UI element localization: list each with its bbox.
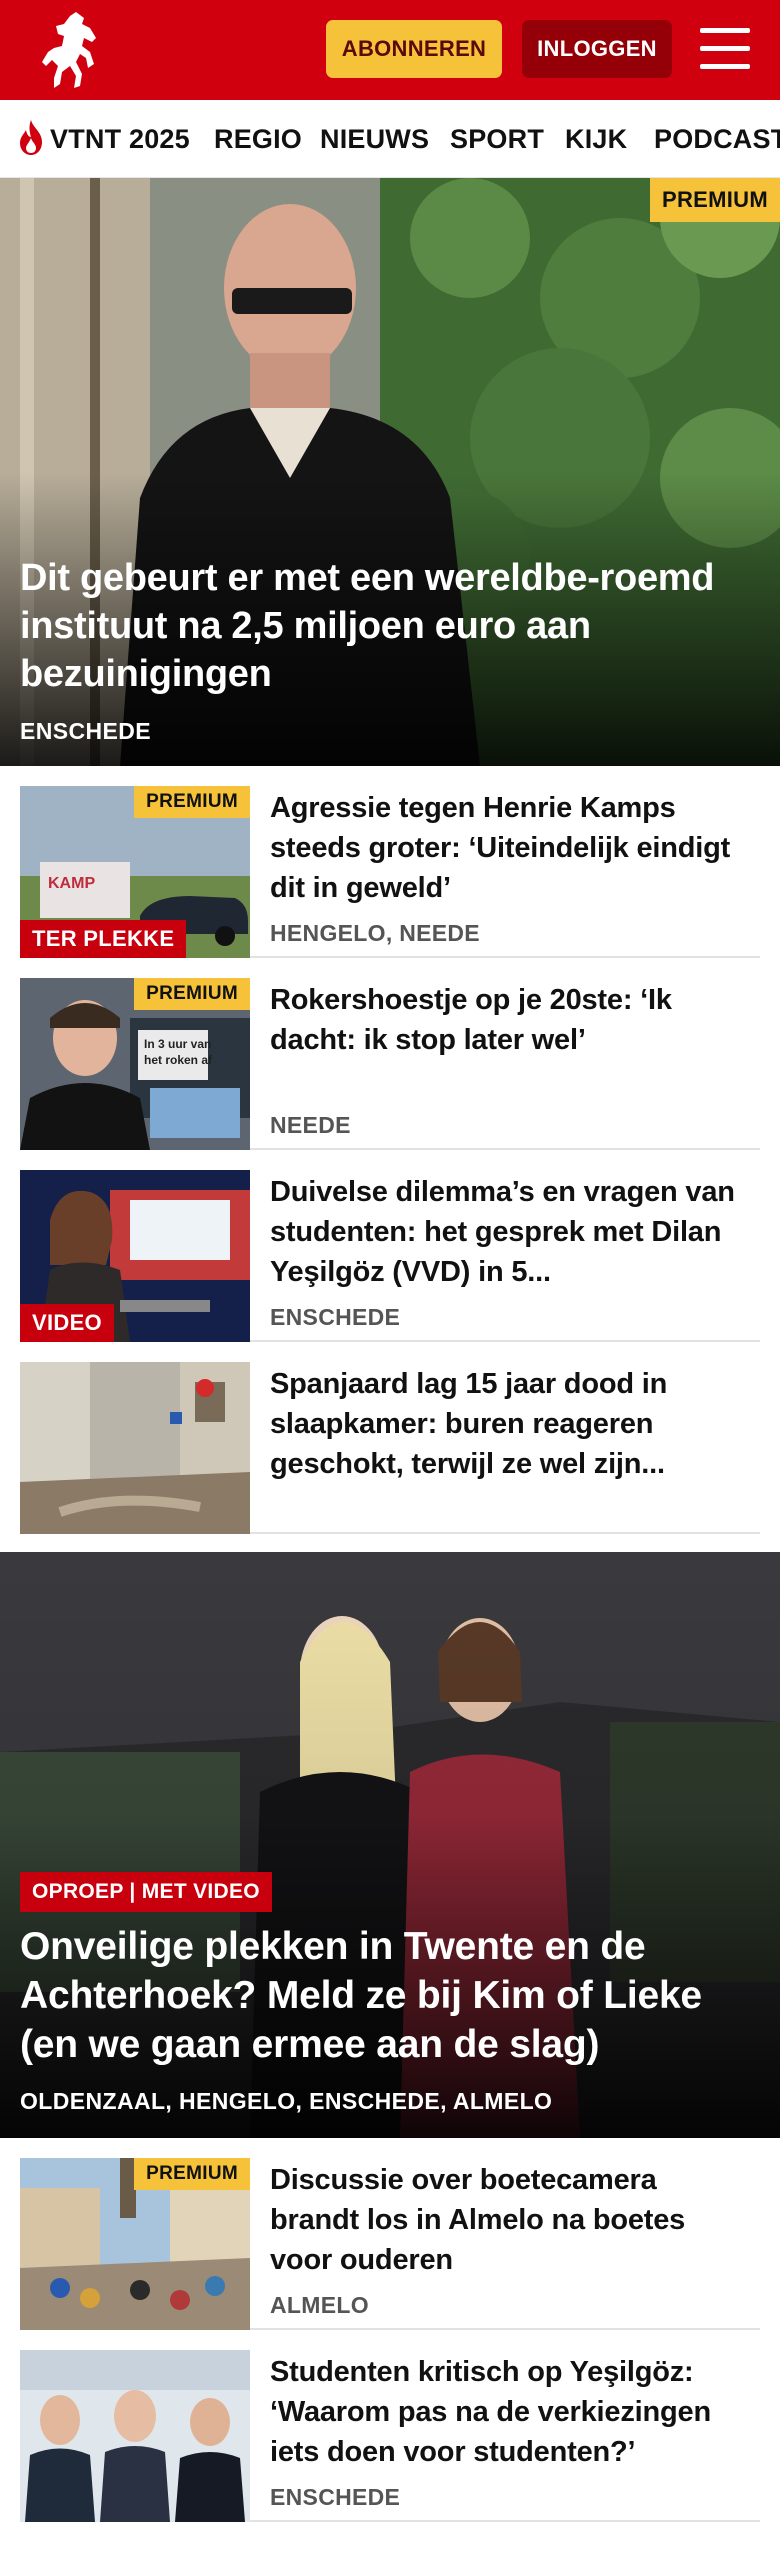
svg-text:In 3 uur van: In 3 uur van [144, 1037, 211, 1051]
article-title[interactable]: Discussie over boetecamera brandt los in… [270, 2160, 740, 2280]
article-thumbnail: KAMP PREMIUM TER PLEKKE [20, 786, 250, 958]
nav-item-kijk[interactable]: KIJK [565, 124, 627, 155]
article-location: HENGELO, NEEDE [270, 919, 480, 946]
nav-item-podcast[interactable]: PODCAST [654, 124, 780, 155]
article-thumbnail: In 3 uur van het roken af PREMIUM [20, 978, 250, 1150]
article-title[interactable]: Agressie tegen Henrie Kamps steeds grote… [270, 788, 740, 908]
article-thumbnail [20, 1362, 250, 1534]
svg-text:KAMP: KAMP [48, 875, 95, 892]
nav-item-regio[interactable]: REGIO [214, 124, 302, 155]
list-item[interactable]: In 3 uur van het roken af PREMIUM Rokers… [20, 958, 760, 1150]
list-item[interactable]: Studenten kritisch op Yeşilgöz: ‘Waarom … [20, 2330, 760, 2522]
call-to-action-tag: OPROEP | MET VIDEO [20, 1872, 272, 1912]
nav-item-nieuws[interactable]: NIEUWS [320, 124, 429, 155]
premium-badge: PREMIUM [134, 978, 250, 1010]
hero-location: ENSCHEDE [20, 718, 152, 744]
video-tag: VIDEO [20, 1304, 114, 1342]
section-nav: VTNT 2025 REGIO NIEUWS SPORT KIJK PODCAS… [0, 100, 780, 178]
article-title[interactable]: Duivelse dilemma’s en vragen van student… [270, 1172, 740, 1292]
feature-title[interactable]: Onveilige plekken in Twente en de Achter… [20, 1922, 760, 2069]
hero-title[interactable]: Dit gebeurt er met een wereldbe-roemd in… [20, 554, 740, 698]
premium-badge: PREMIUM [134, 786, 250, 818]
nav-item-vtnt[interactable]: VTNT 2025 [50, 124, 190, 155]
on-location-tag: TER PLEKKE [20, 920, 187, 958]
article-location: NEEDE [270, 1111, 351, 1138]
article-title[interactable]: Spanjaard lag 15 jaar dood in slaapkamer… [270, 1364, 740, 1484]
hero-article[interactable]: PREMIUM Dit gebeurt er met een wereldbe-… [0, 178, 780, 766]
list-item[interactable]: PREMIUM Discussie over boetecamera brand… [20, 2138, 760, 2330]
menu-icon[interactable] [700, 26, 752, 72]
article-title[interactable]: Rokershoestje op je 20ste: ‘Ik dacht: ik… [270, 980, 740, 1060]
list-item[interactable]: KAMP PREMIUM TER PLEKKE Agressie tegen H… [20, 766, 760, 958]
feature-location: OLDENZAAL, HENGELO, ENSCHEDE, ALMELO [20, 2088, 553, 2114]
nav-item-sport[interactable]: SPORT [450, 124, 544, 155]
article-thumbnail [20, 2350, 250, 2522]
article-thumbnail: VIDEO [20, 1170, 250, 1342]
feature-article[interactable]: OPROEP | MET VIDEO Onveilige plekken in … [0, 1552, 780, 2138]
top-bar: ABONNEREN INLOGGEN [0, 0, 780, 100]
premium-badge: PREMIUM [134, 2158, 250, 2190]
svg-text:het roken af: het roken af [144, 1053, 213, 1067]
flame-icon [20, 120, 42, 155]
subscribe-button[interactable]: ABONNEREN [326, 20, 502, 78]
premium-badge: PREMIUM [650, 178, 780, 222]
list-item[interactable]: VIDEO Duivelse dilemma’s en vragen van s… [20, 1150, 760, 1342]
article-location: ENSCHEDE [270, 1303, 401, 1330]
list-item[interactable]: Spanjaard lag 15 jaar dood in slaapkamer… [20, 1342, 760, 1534]
logo-horse-icon[interactable] [36, 8, 108, 92]
article-title[interactable]: Studenten kritisch op Yeşilgöz: ‘Waarom … [270, 2352, 740, 2472]
article-location: ALMELO [270, 2291, 369, 2318]
login-button[interactable]: INLOGGEN [522, 20, 672, 78]
article-thumbnail: PREMIUM [20, 2158, 250, 2330]
article-location: ENSCHEDE [270, 2483, 401, 2510]
